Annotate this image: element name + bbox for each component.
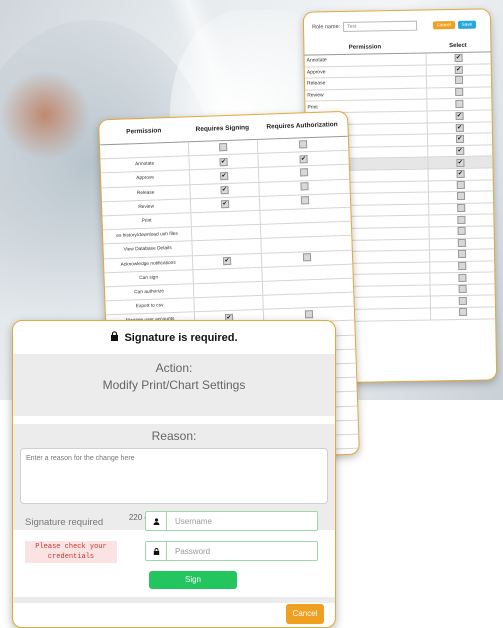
signature-dialog: Signature is required. Action: Modify Pr…: [12, 320, 336, 628]
cancel-button[interactable]: Cancel: [286, 604, 324, 624]
select-cell: [430, 306, 496, 320]
credentials-error: Please check your credentials: [25, 541, 117, 563]
column-header-select: Select: [425, 39, 491, 54]
checkbox-empty-icon[interactable]: [300, 182, 309, 191]
checkbox-empty-icon[interactable]: [299, 168, 309, 177]
checkbox-empty-icon[interactable]: [218, 142, 228, 151]
checkbox-empty-icon[interactable]: [456, 180, 465, 189]
user-icon: [146, 512, 167, 530]
checkbox-empty-icon[interactable]: [456, 203, 466, 213]
credentials-error-line1: Please check your: [35, 543, 107, 551]
checkbox-checked-icon[interactable]: ✔: [455, 123, 464, 132]
checkbox-empty-icon[interactable]: [300, 196, 310, 205]
checkbox-checked-icon[interactable]: ✔: [455, 135, 464, 144]
checkbox-checked-icon[interactable]: ✔: [219, 171, 229, 181]
checkbox-empty-icon[interactable]: [457, 250, 466, 259]
checkbox-checked-icon[interactable]: ✔: [456, 170, 465, 179]
username-field[interactable]: Username: [145, 511, 318, 531]
action-label: Action:: [155, 361, 193, 375]
action-section: Action: Modify Print/Chart Settings: [13, 354, 335, 416]
checkbox-empty-icon[interactable]: [457, 238, 466, 247]
checkbox-empty-icon[interactable]: [458, 273, 467, 282]
checkbox-checked-icon[interactable]: ✔: [299, 154, 308, 164]
checkbox-empty-icon[interactable]: [458, 296, 467, 305]
checkbox-empty-icon[interactable]: [454, 87, 464, 97]
checkbox-empty-icon[interactable]: [298, 139, 308, 149]
checkbox-checked-icon[interactable]: ✔: [219, 157, 228, 167]
checkbox-checked-icon[interactable]: ✔: [220, 186, 229, 195]
checkbox-checked-icon[interactable]: ✔: [456, 158, 465, 167]
column-header-requires-authorization: Requires Authorization: [256, 111, 348, 140]
checkbox-checked-icon[interactable]: ✔: [454, 54, 463, 63]
checkbox-checked-icon[interactable]: ✔: [454, 65, 463, 74]
credentials-error-line2: credentials: [47, 553, 95, 561]
role-cancel-button[interactable]: Cancel: [432, 21, 455, 30]
checkbox-checked-icon[interactable]: ✔: [455, 146, 465, 156]
checkbox-empty-icon[interactable]: [457, 227, 466, 236]
checkbox-empty-icon[interactable]: [302, 253, 311, 262]
checkbox-empty-icon[interactable]: [454, 76, 463, 85]
credentials-section: Signature required Please check your cre…: [13, 511, 335, 597]
action-value: Modify Print/Chart Settings: [102, 378, 246, 392]
username-placeholder: Username: [175, 516, 212, 526]
checkbox-empty-icon[interactable]: [457, 261, 467, 270]
dialog-title: Signature is required.: [13, 321, 335, 354]
role-header: Role name: Test Cancel Save: [304, 9, 490, 42]
role-name-input[interactable]: Test: [343, 20, 418, 32]
lock-icon: [110, 331, 119, 344]
signature-required-label: Signature required: [25, 517, 104, 528]
photo-shape-skin: [0, 70, 90, 160]
checkbox-empty-icon[interactable]: [456, 192, 465, 201]
reason-textarea[interactable]: Enter a reason for the change here: [20, 448, 328, 504]
reason-label: Reason:: [13, 424, 335, 448]
column-header-requires-signing: Requires Signing: [187, 114, 258, 142]
role-save-button[interactable]: Save: [457, 20, 477, 29]
checkbox-checked-icon[interactable]: ✔: [222, 257, 232, 266]
checkbox-empty-icon[interactable]: [458, 285, 467, 294]
role-name-label: Role name:: [311, 24, 341, 31]
password-placeholder: Password: [175, 546, 211, 556]
checkbox-checked-icon[interactable]: ✔: [220, 200, 230, 209]
checkbox-empty-icon[interactable]: [457, 215, 466, 224]
checkbox-empty-icon[interactable]: [455, 99, 464, 108]
column-header-permission: Permission: [99, 117, 189, 145]
checkbox-empty-icon[interactable]: [304, 309, 313, 319]
reason-section: Enter a reason for the change here: [13, 448, 335, 506]
sign-button[interactable]: Sign: [149, 571, 237, 589]
checkbox-checked-icon[interactable]: ✔: [455, 112, 464, 121]
checkbox-empty-icon[interactable]: [458, 308, 467, 317]
lock-icon: [146, 542, 167, 560]
password-field[interactable]: Password: [145, 541, 318, 561]
dialog-title-text: Signature is required.: [124, 331, 238, 344]
